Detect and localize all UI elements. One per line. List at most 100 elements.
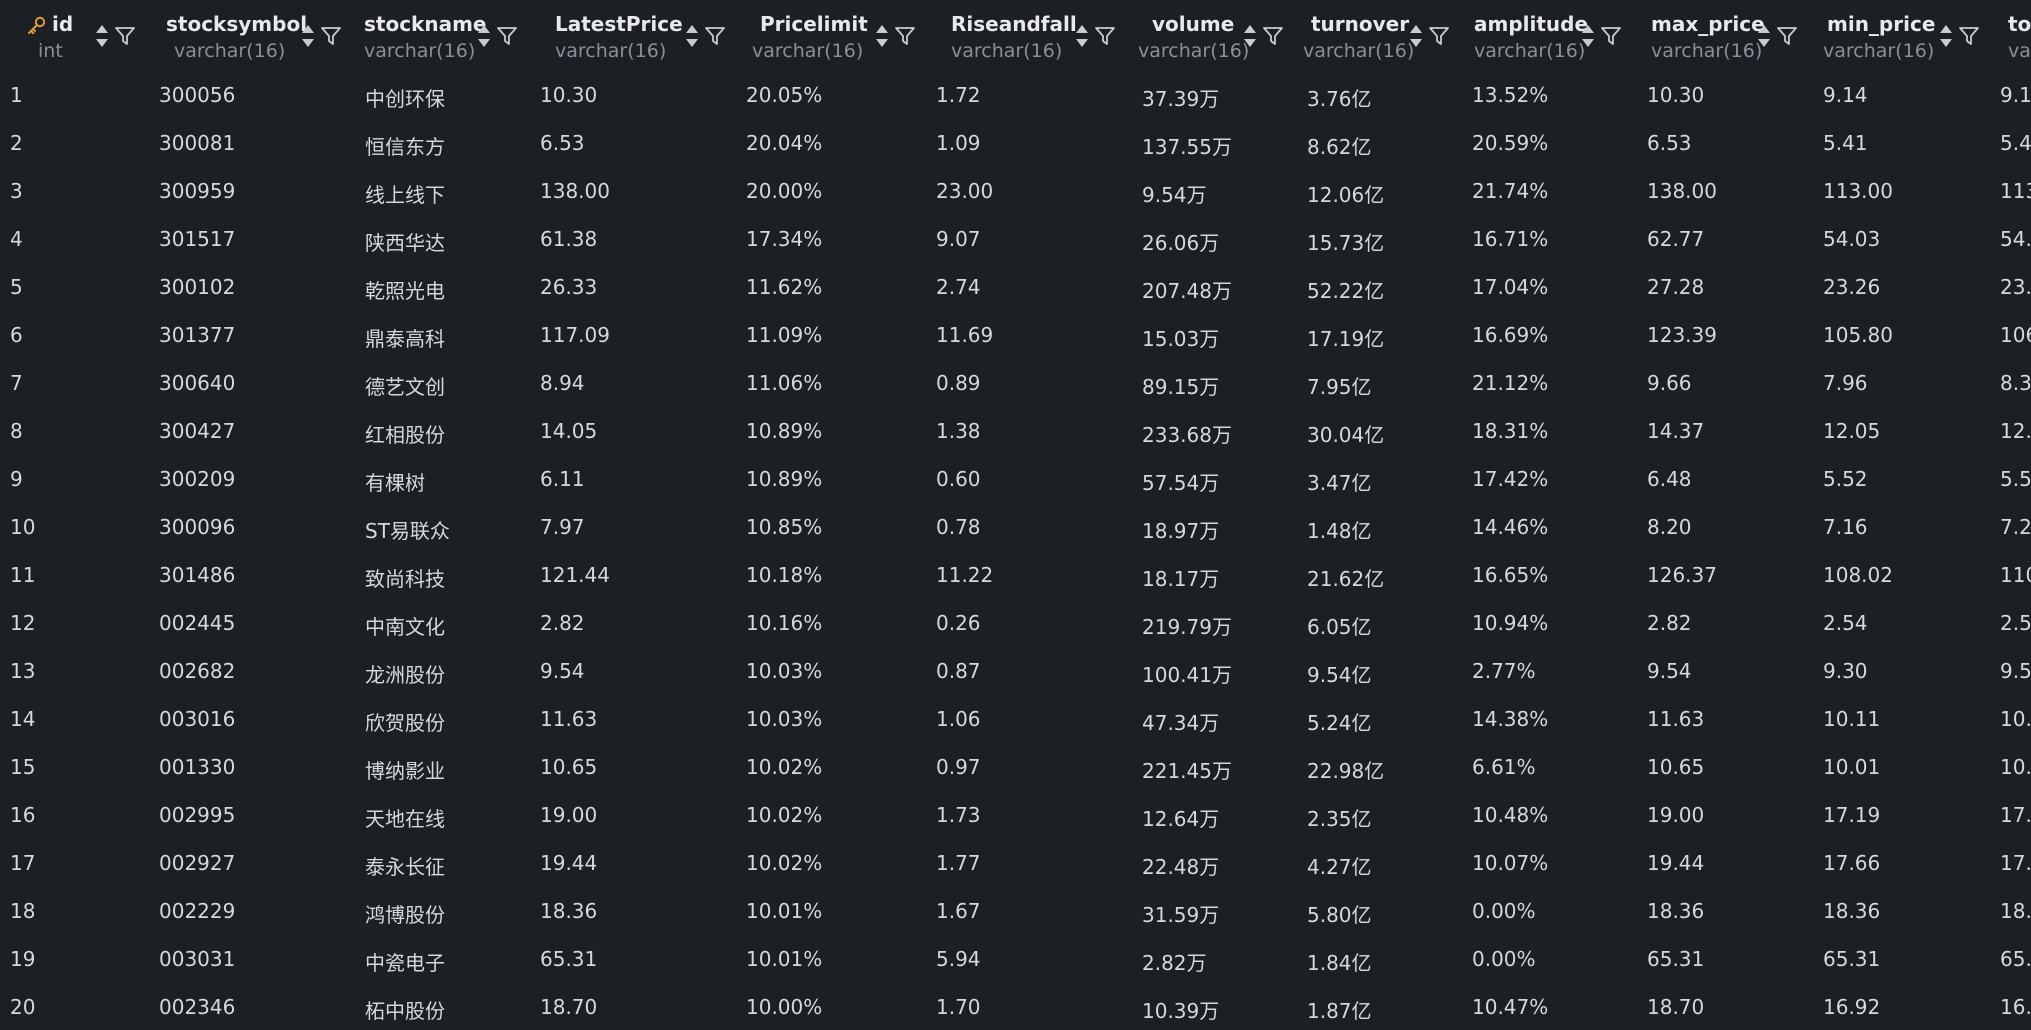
cell-stocksymbol[interactable]: 002445	[159, 611, 235, 635]
cell-Pricelimit[interactable]: 10.02%	[746, 755, 822, 779]
cell-turnover[interactable]: 3.47亿	[1307, 467, 1372, 496]
cell-volume[interactable]: 233.68万	[1142, 419, 1232, 448]
cell-min_price[interactable]: 17.19	[1823, 803, 1880, 827]
table-row[interactable]: 15 001330 博纳影业 10.65 10.02% 0.97 221.45万 22.98亿…	[0, 742, 2031, 790]
table-row[interactable]: 4 301517 陕西华达 61.38 17.34% 9.07 26.06万 15.73亿 16…	[0, 214, 2031, 262]
cell-volume[interactable]: 100.41万	[1142, 659, 1232, 688]
cell-min_price[interactable]: 18.36	[1823, 899, 1880, 923]
cell-amplitude[interactable]: 13.52%	[1472, 83, 1548, 107]
cell-stocksymbol[interactable]: 002927	[159, 851, 235, 875]
cell-min_price[interactable]: 23.26	[1823, 275, 1880, 299]
cell-Riseandfall[interactable]: 1.73	[936, 803, 981, 827]
cell-amplitude[interactable]: 21.12%	[1472, 371, 1548, 395]
table-row[interactable]: 19 003031 中瓷电子 65.31 10.01% 5.94 2.82万 1.84亿 0.0…	[0, 934, 2031, 982]
cell-max_price[interactable]: 10.30	[1647, 83, 1704, 107]
table-row[interactable]: 5 300102 乾照光电 26.33 11.62% 2.74 207.48万 52.22亿 1…	[0, 262, 2031, 310]
cell-id[interactable]: 6	[10, 323, 23, 347]
table-row[interactable]: 1 300056 中创环保 10.30 20.05% 1.72 37.39万 3.76亿 13.…	[0, 70, 2031, 118]
cell-turnover[interactable]: 12.06亿	[1307, 179, 1384, 208]
cell-volume[interactable]: 22.48万	[1142, 851, 1219, 880]
cell-Riseandfall[interactable]: 1.06	[936, 707, 981, 731]
cell-max_price[interactable]: 62.77	[1647, 227, 1704, 251]
table-row[interactable]: 8 300427 红相股份 14.05 10.89% 1.38 233.68万 30.04亿 1…	[0, 406, 2031, 454]
cell-tod[interactable]: 12.9	[2000, 419, 2031, 443]
cell-LatestPrice[interactable]: 61.38	[540, 227, 597, 251]
cell-amplitude[interactable]: 16.71%	[1472, 227, 1548, 251]
cell-amplitude[interactable]: 0.00%	[1472, 947, 1536, 971]
cell-turnover[interactable]: 8.62亿	[1307, 131, 1372, 160]
cell-min_price[interactable]: 108.02	[1823, 563, 1893, 587]
cell-stocksymbol[interactable]: 002995	[159, 803, 235, 827]
cell-volume[interactable]: 10.39万	[1142, 995, 1219, 1024]
cell-Riseandfall[interactable]: 1.77	[936, 851, 981, 875]
cell-stocksymbol[interactable]: 300056	[159, 83, 235, 107]
cell-min_price[interactable]: 54.03	[1823, 227, 1880, 251]
cell-min_price[interactable]: 12.05	[1823, 419, 1880, 443]
cell-stockname[interactable]: 天地在线	[365, 803, 445, 832]
cell-id[interactable]: 20	[10, 995, 35, 1019]
cell-min_price[interactable]: 5.41	[1823, 131, 1868, 155]
cell-stocksymbol[interactable]: 003031	[159, 947, 235, 971]
cell-Pricelimit[interactable]: 10.89%	[746, 419, 822, 443]
cell-volume[interactable]: 47.34万	[1142, 707, 1219, 736]
cell-stocksymbol[interactable]: 300102	[159, 275, 235, 299]
column-header-tod[interactable]: tod var	[0, 0, 2031, 70]
cell-tod[interactable]: 16.9	[2000, 995, 2031, 1019]
cell-Pricelimit[interactable]: 17.34%	[746, 227, 822, 251]
cell-turnover[interactable]: 5.80亿	[1307, 899, 1372, 928]
cell-turnover[interactable]: 1.48亿	[1307, 515, 1372, 544]
cell-stocksymbol[interactable]: 300959	[159, 179, 235, 203]
cell-Pricelimit[interactable]: 10.02%	[746, 803, 822, 827]
cell-Pricelimit[interactable]: 11.06%	[746, 371, 822, 395]
cell-tod[interactable]: 2.55	[2000, 611, 2031, 635]
cell-amplitude[interactable]: 20.59%	[1472, 131, 1548, 155]
cell-stockname[interactable]: 柘中股份	[365, 995, 445, 1024]
cell-stockname[interactable]: ST易联众	[365, 515, 450, 544]
cell-LatestPrice[interactable]: 8.94	[540, 371, 585, 395]
cell-Riseandfall[interactable]: 0.89	[936, 371, 981, 395]
cell-volume[interactable]: 2.82万	[1142, 947, 1207, 976]
cell-volume[interactable]: 26.06万	[1142, 227, 1219, 256]
cell-stocksymbol[interactable]: 300640	[159, 371, 235, 395]
cell-id[interactable]: 19	[10, 947, 35, 971]
cell-tod[interactable]: 9.50	[2000, 659, 2031, 683]
cell-id[interactable]: 17	[10, 851, 35, 875]
cell-turnover[interactable]: 17.19亿	[1307, 323, 1384, 352]
cell-LatestPrice[interactable]: 138.00	[540, 179, 610, 203]
cell-min_price[interactable]: 16.92	[1823, 995, 1880, 1019]
cell-tod[interactable]: 9.18	[2000, 83, 2031, 107]
cell-LatestPrice[interactable]: 14.05	[540, 419, 597, 443]
cell-LatestPrice[interactable]: 6.11	[540, 467, 585, 491]
cell-Riseandfall[interactable]: 5.94	[936, 947, 981, 971]
table-row[interactable]: 3 300959 线上线下 138.00 20.00% 23.00 9.54万 12.06亿 2…	[0, 166, 2031, 214]
cell-Riseandfall[interactable]: 11.22	[936, 563, 993, 587]
cell-min_price[interactable]: 10.01	[1823, 755, 1880, 779]
cell-max_price[interactable]: 65.31	[1647, 947, 1704, 971]
cell-turnover[interactable]: 4.27亿	[1307, 851, 1372, 880]
cell-turnover[interactable]: 9.54亿	[1307, 659, 1372, 688]
cell-tod[interactable]: 113	[2000, 179, 2031, 203]
cell-turnover[interactable]: 6.05亿	[1307, 611, 1372, 640]
cell-id[interactable]: 10	[10, 515, 35, 539]
cell-stockname[interactable]: 中创环保	[365, 83, 445, 112]
cell-LatestPrice[interactable]: 19.00	[540, 803, 597, 827]
cell-Pricelimit[interactable]: 20.04%	[746, 131, 822, 155]
table-row[interactable]: 12 002445 中南文化 2.82 10.16% 0.26 219.79万 6.05亿 10…	[0, 598, 2031, 646]
cell-max_price[interactable]: 6.48	[1647, 467, 1692, 491]
table-row[interactable]: 6 301377 鼎泰高科 117.09 11.09% 11.69 15.03万 17.19亿…	[0, 310, 2031, 358]
cell-LatestPrice[interactable]: 65.31	[540, 947, 597, 971]
cell-turnover[interactable]: 15.73亿	[1307, 227, 1384, 256]
cell-volume[interactable]: 57.54万	[1142, 467, 1219, 496]
cell-amplitude[interactable]: 10.48%	[1472, 803, 1548, 827]
cell-LatestPrice[interactable]: 6.53	[540, 131, 585, 155]
cell-stockname[interactable]: 有棵树	[365, 467, 425, 496]
cell-id[interactable]: 11	[10, 563, 35, 587]
cell-id[interactable]: 7	[10, 371, 23, 395]
cell-stockname[interactable]: 鼎泰高科	[365, 323, 445, 352]
cell-turnover[interactable]: 30.04亿	[1307, 419, 1384, 448]
cell-tod[interactable]: 5.45	[2000, 131, 2031, 155]
cell-LatestPrice[interactable]: 10.65	[540, 755, 597, 779]
cell-min_price[interactable]: 17.66	[1823, 851, 1880, 875]
cell-max_price[interactable]: 126.37	[1647, 563, 1717, 587]
cell-id[interactable]: 5	[10, 275, 23, 299]
